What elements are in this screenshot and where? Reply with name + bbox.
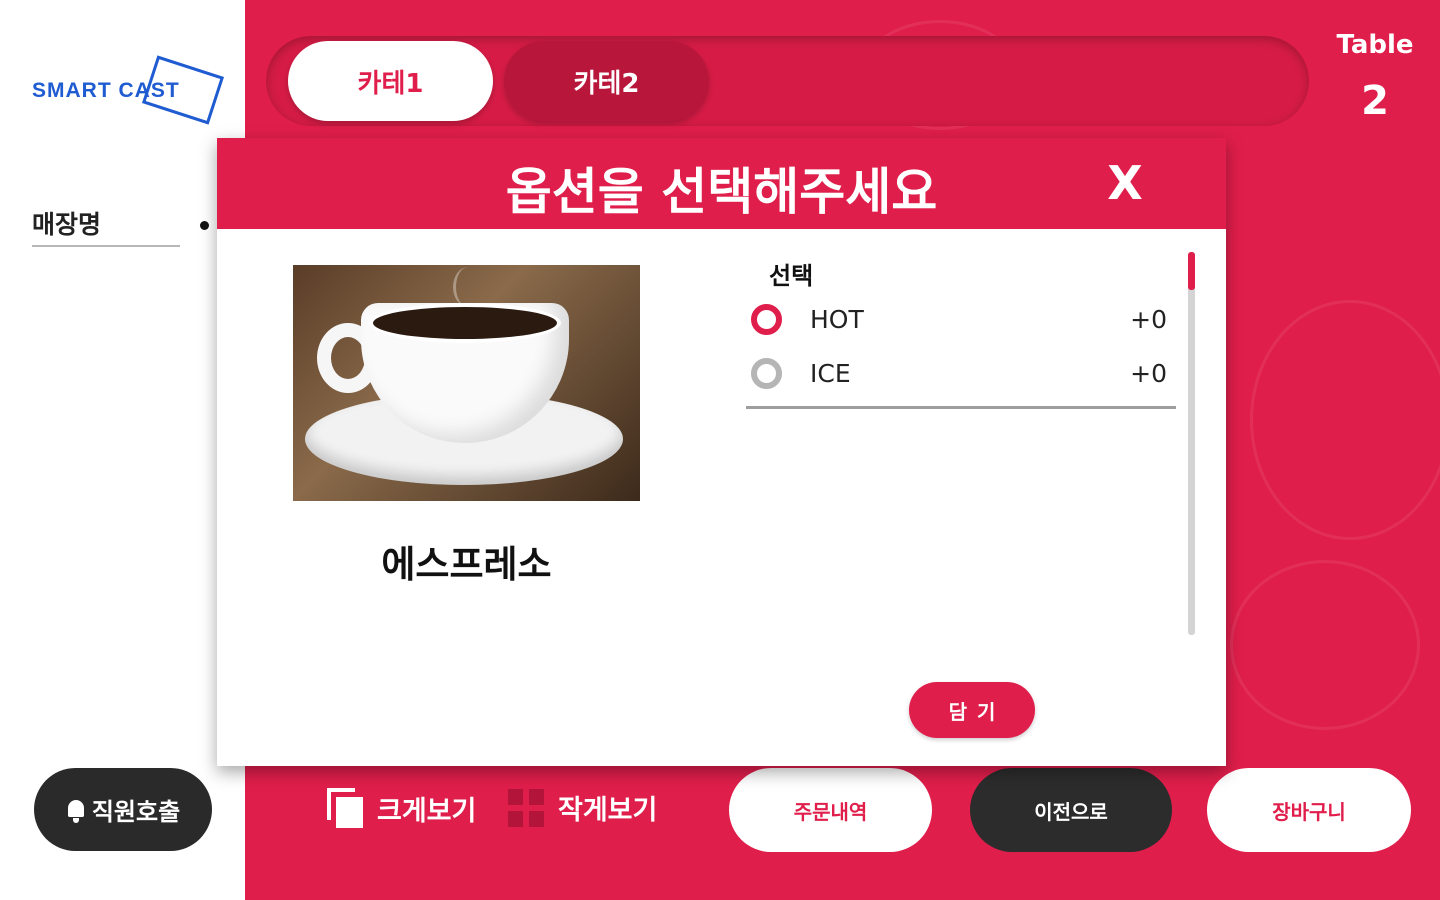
product-image	[293, 265, 640, 501]
logo-text: SMART CAST	[32, 79, 180, 102]
close-button[interactable]: X	[1105, 156, 1145, 210]
store-name: 매장명	[32, 205, 180, 247]
staff-call-button[interactable]: 직원호출	[34, 768, 212, 851]
background-decoration	[1250, 300, 1440, 540]
view-small-button[interactable]: 작게보기	[508, 788, 657, 827]
option-price: +0	[1130, 304, 1167, 334]
bell-icon	[66, 797, 86, 823]
large-view-icon	[327, 788, 363, 828]
order-history-button[interactable]: 주문내역	[729, 768, 932, 852]
option-modal: 옵션을 선택해주세요 X 에스프레소 선택 HOT +0 ICE +0 담기	[217, 138, 1226, 766]
steam-shape	[453, 267, 483, 307]
staff-call-label: 직원호출	[91, 798, 181, 826]
back-button[interactable]: 이전으로	[970, 768, 1172, 852]
option-hot[interactable]: HOT +0	[751, 299, 1171, 339]
option-label: HOT	[810, 304, 864, 334]
radio-selected[interactable]	[751, 303, 782, 335]
coffee-surface-shape	[369, 303, 561, 343]
view-small-label: 작게보기	[558, 795, 658, 826]
scrollbar-thumb[interactable]	[1188, 252, 1195, 290]
indicator-dot	[200, 221, 209, 230]
category-tab-bar: 카테1 카테2	[266, 36, 1309, 126]
modal-header: 옵션을 선택해주세요 X	[217, 138, 1226, 229]
table-number: 2	[1361, 78, 1389, 124]
option-price: +0	[1130, 358, 1167, 388]
sidebar: SMART CAST 매장명 직원호출	[0, 0, 245, 900]
smart-cast-logo: SMART CAST	[30, 55, 225, 125]
option-label: ICE	[810, 358, 851, 388]
view-large-button[interactable]: 크게보기	[327, 788, 476, 828]
option-divider	[746, 406, 1176, 409]
tab-category-2[interactable]: 카테2	[504, 41, 709, 121]
option-group-title: 선택	[769, 262, 814, 290]
scrollbar-track[interactable]	[1188, 252, 1195, 635]
option-ice[interactable]: ICE +0	[751, 353, 1171, 393]
tab-category-1[interactable]: 카테1	[288, 41, 493, 121]
modal-title: 옵션을 선택해주세요	[505, 163, 938, 221]
radio-unselected[interactable]	[751, 357, 782, 389]
product-name: 에스프레소	[381, 543, 552, 586]
table-label: Table	[1336, 30, 1414, 60]
view-large-label: 크게보기	[377, 795, 477, 827]
grid-icon	[508, 788, 544, 827]
background-decoration	[1230, 560, 1420, 730]
cart-button[interactable]: 장바구니	[1207, 768, 1411, 852]
add-to-cart-button[interactable]: 담기	[909, 682, 1035, 738]
